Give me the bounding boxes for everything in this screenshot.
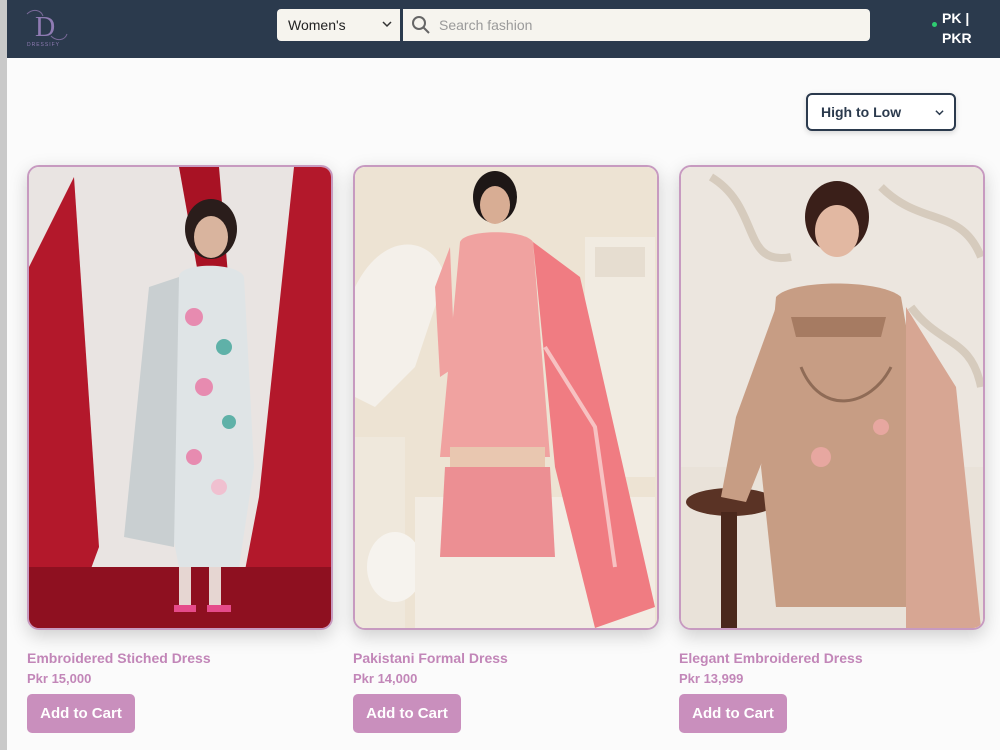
window-edge [0,0,7,750]
category-select-value: Women's [288,17,346,33]
search-icon [412,16,430,34]
product-image[interactable] [27,165,333,630]
currency-code: PKR [942,30,972,46]
add-to-cart-button[interactable]: Add to Cart [679,694,787,733]
product-image[interactable] [353,165,659,630]
category-select[interactable]: Women's [277,9,402,41]
online-status-dot [932,22,937,27]
add-to-cart-button[interactable]: Add to Cart [27,694,135,733]
product-name[interactable]: Pakistani Formal Dress [353,650,508,666]
product-price: Pkr 14,000 [353,671,418,686]
product-card: Pakistani Formal Dress Pkr 14,000 Add to… [353,165,659,733]
logo-text: DRESSIFY [27,42,60,48]
page: D DRESSIFY Women's PK | PKR Hig [0,0,1000,750]
product-name[interactable]: Elegant Embroidered Dress [679,650,863,666]
product-card: Embroidered Stiched Dress Pkr 15,000 Add… [27,165,333,733]
product-name[interactable]: Embroidered Stiched Dress [27,650,211,666]
sort-select-value: High to Low [821,104,902,120]
add-to-cart-button[interactable]: Add to Cart [353,694,461,733]
brand-logo[interactable]: D DRESSIFY [21,6,71,48]
product-price: Pkr 15,000 [27,671,92,686]
region-currency[interactable]: PK | PKR [932,8,1000,48]
logo-letter: D [35,12,55,43]
product-image[interactable] [679,165,985,630]
region-code: PK | [942,10,970,26]
product-card: Elegant Embroidered Dress Pkr 13,999 Add… [679,165,985,733]
product-price: Pkr 13,999 [679,671,744,686]
search-input[interactable] [439,17,839,33]
top-navbar: D DRESSIFY Women's PK | PKR [7,0,1000,58]
chevron-down-icon [382,21,392,28]
search-bar[interactable] [403,9,870,41]
chevron-down-icon [935,110,944,116]
sort-select[interactable]: High to Low [806,93,956,131]
